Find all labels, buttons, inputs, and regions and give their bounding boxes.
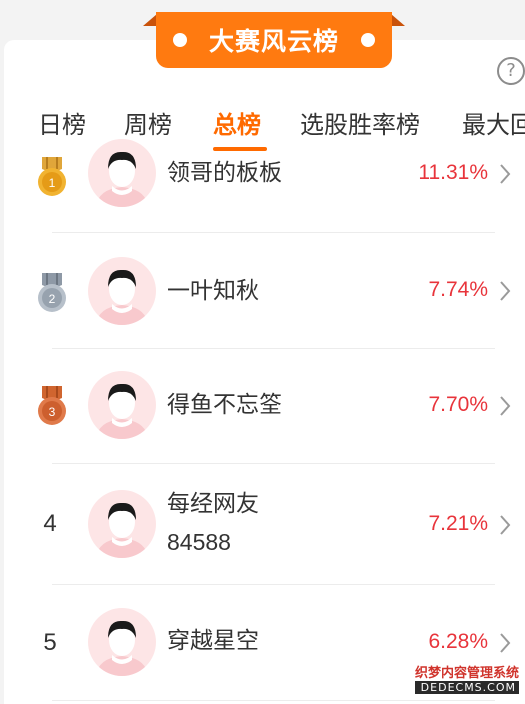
win-rate: 7.21% <box>428 512 488 535</box>
rank-number: 5 <box>43 629 57 656</box>
ranking-row-1[interactable]: 1 领哥的板板 11.31% <box>0 117 525 233</box>
help-icon[interactable]: ? <box>497 57 525 85</box>
medal-rank-label: 2 <box>49 292 56 306</box>
player-name: 领哥的板板 <box>167 160 282 186</box>
silver-medal-icon: 2 <box>38 273 66 312</box>
watermark-line1: 织梦内容管理系统 <box>414 666 519 681</box>
win-rate: 6.28% <box>428 630 488 653</box>
watermark-line2: DEDECMS.COM <box>414 681 519 694</box>
win-rate: 11.31% <box>418 161 488 184</box>
banner-title: 大赛风云榜 <box>208 27 339 56</box>
ranking-row-2[interactable]: 2 一叶知秋 7.74% <box>0 233 525 349</box>
chevron-right-icon <box>500 281 511 301</box>
win-rate: 7.70% <box>428 393 488 416</box>
player-name-line2: 84588 <box>167 529 231 555</box>
banner-dot-right <box>361 33 375 47</box>
medal-rank-label: 3 <box>49 405 56 419</box>
avatar[interactable] <box>88 608 156 676</box>
row-divider <box>52 700 495 701</box>
avatar[interactable] <box>88 257 156 325</box>
player-name: 每经网友 <box>167 491 259 517</box>
banner-dot-left <box>172 33 187 47</box>
chevron-right-icon <box>500 633 511 653</box>
banner-body: 大赛风云榜 <box>156 12 392 68</box>
chevron-right-icon <box>500 164 511 184</box>
title-banner: 大赛风云榜 <box>143 12 405 68</box>
watermark: 织梦内容管理系统 DEDECMS.COM <box>414 662 519 694</box>
ranking-row-3[interactable]: 3 得鱼不忘筌 7.70% <box>0 349 525 465</box>
rank-number: 4 <box>43 510 57 537</box>
ranking-row-4[interactable]: 4 每经网友 84588 7.21% <box>0 464 525 584</box>
chevron-right-icon <box>500 515 511 535</box>
win-rate: 7.74% <box>428 278 488 301</box>
player-name: 穿越星空 <box>167 628 259 654</box>
player-name: 一叶知秋 <box>167 278 259 304</box>
banner-ribbon-left <box>143 14 157 26</box>
banner-ribbon-right <box>391 14 405 26</box>
medal-rank-label: 1 <box>49 176 56 190</box>
bronze-medal-icon: 3 <box>38 386 66 425</box>
chevron-right-icon <box>500 396 511 416</box>
avatar[interactable] <box>88 490 156 558</box>
player-name: 得鱼不忘筌 <box>167 392 282 418</box>
avatar[interactable] <box>88 139 156 207</box>
avatar[interactable] <box>88 371 156 439</box>
gold-medal-icon: 1 <box>38 157 66 196</box>
